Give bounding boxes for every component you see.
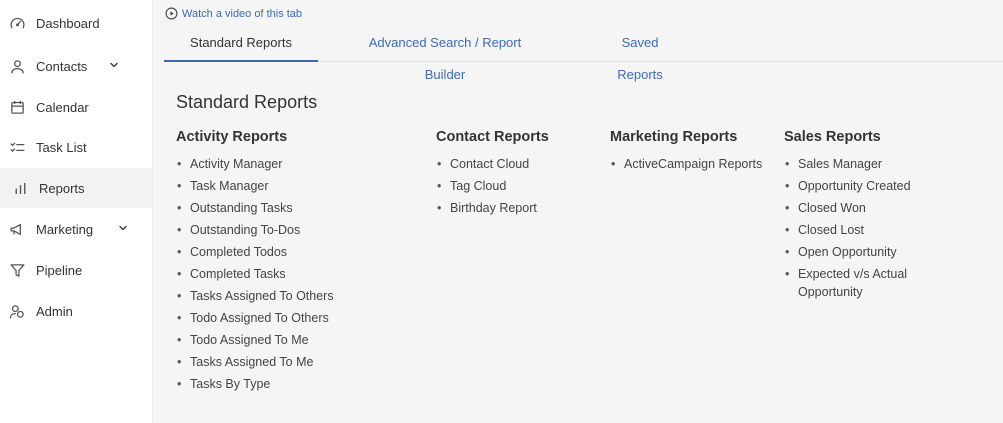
column-title: Sales Reports <box>784 129 881 145</box>
sidebar-item-admin[interactable]: Admin <box>0 291 152 331</box>
report-link[interactable]: Todo Assigned To Me <box>176 331 416 349</box>
report-link[interactable]: Open Opportunity <box>784 243 924 261</box>
report-list: ActiveCampaign Reports <box>610 155 775 173</box>
report-link[interactable]: ActiveCampaign Reports <box>610 155 775 173</box>
calendar-icon <box>8 98 26 116</box>
report-link[interactable]: Closed Won <box>784 199 924 217</box>
report-link[interactable]: Completed Todos <box>176 243 416 261</box>
report-link[interactable]: Contact Cloud <box>436 155 596 173</box>
report-link[interactable]: Expected v/s Actual Opportunity <box>784 265 924 301</box>
users-icon <box>8 302 26 320</box>
tab-saved-reports[interactable]: Saved Reports <box>598 27 682 82</box>
sidebar-item-calendar[interactable]: Calendar <box>0 87 152 127</box>
megaphone-icon <box>8 220 26 238</box>
sidebar-item-marketing[interactable]: Marketing <box>0 209 152 249</box>
sidebar-item-label: Pipeline <box>36 262 83 278</box>
sidebar-item-task-list[interactable]: Task List <box>0 127 152 167</box>
sidebar-item-label: Calendar <box>36 99 89 115</box>
report-link[interactable]: Closed Lost <box>784 221 924 239</box>
speedometer-icon <box>8 14 26 32</box>
tab-advanced-search-report-builder[interactable]: Advanced Search / Report Builder <box>349 27 541 82</box>
report-list: Sales Manager Opportunity Created Closed… <box>784 155 924 301</box>
sidebar-item-label: Marketing <box>36 221 94 237</box>
person-icon <box>8 57 26 75</box>
report-link[interactable]: Birthday Report <box>436 199 596 217</box>
report-link[interactable]: Completed Tasks <box>176 265 416 283</box>
sidebar-item-label: Dashboard <box>36 15 100 31</box>
report-link[interactable]: Activity Manager <box>176 155 416 173</box>
activity-reports-column: Activity Reports Activity Manager Task M… <box>176 129 416 397</box>
report-link[interactable]: Tasks By Type <box>176 375 416 393</box>
main-content: Watch a video of this tab Standard Repor… <box>153 0 1003 423</box>
column-title: Marketing Reports <box>610 129 738 145</box>
report-link[interactable]: Todo Assigned To Others <box>176 309 416 327</box>
play-circle-icon <box>165 7 178 20</box>
sidebar-item-label: Task List <box>36 139 87 155</box>
report-link[interactable]: Tag Cloud <box>436 177 596 195</box>
sidebar-item-label: Contacts <box>36 58 88 74</box>
report-tabs: Standard Reports Advanced Search / Repor… <box>164 27 1003 82</box>
checklist-icon <box>8 138 26 156</box>
chevron-down-icon[interactable] <box>108 59 122 73</box>
column-title: Contact Reports <box>436 129 549 145</box>
watch-video-link[interactable]: Watch a video of this tab <box>165 7 302 20</box>
sidebar-item-pipeline[interactable]: Pipeline <box>0 250 152 290</box>
report-link[interactable]: Sales Manager <box>784 155 924 173</box>
chevron-down-icon[interactable] <box>117 222 131 236</box>
bar-chart-icon <box>11 179 29 197</box>
page-title: Standard Reports <box>176 92 318 112</box>
sales-reports-column: Sales Reports Sales Manager Opportunity … <box>784 129 924 305</box>
contact-reports-column: Contact Reports Contact Cloud Tag Cloud … <box>436 129 596 221</box>
sidebar: Dashboard Contacts Calendar Task List Re… <box>0 0 153 423</box>
report-link[interactable]: Task Manager <box>176 177 416 195</box>
report-list: Activity Manager Task Manager Outstandin… <box>176 155 416 393</box>
column-title: Activity Reports <box>176 129 288 145</box>
sidebar-item-label: Reports <box>39 180 85 196</box>
sidebar-item-dashboard[interactable]: Dashboard <box>0 3 152 43</box>
report-link[interactable]: Tasks Assigned To Me <box>176 353 416 371</box>
sidebar-item-reports[interactable]: Reports <box>0 168 152 208</box>
marketing-reports-column: Marketing Reports ActiveCampaign Reports <box>610 129 775 177</box>
report-link[interactable]: Outstanding To-Dos <box>176 221 416 239</box>
funnel-icon <box>8 261 26 279</box>
report-link[interactable]: Tasks Assigned To Others <box>176 287 416 305</box>
sidebar-item-contacts[interactable]: Contacts <box>0 46 152 86</box>
report-link[interactable]: Outstanding Tasks <box>176 199 416 217</box>
sidebar-item-label: Admin <box>36 303 73 319</box>
report-link[interactable]: Opportunity Created <box>784 177 924 195</box>
tab-standard-reports[interactable]: Standard Reports <box>164 27 318 62</box>
report-list: Contact Cloud Tag Cloud Birthday Report <box>436 155 596 217</box>
watch-video-label: Watch a video of this tab <box>182 7 303 20</box>
